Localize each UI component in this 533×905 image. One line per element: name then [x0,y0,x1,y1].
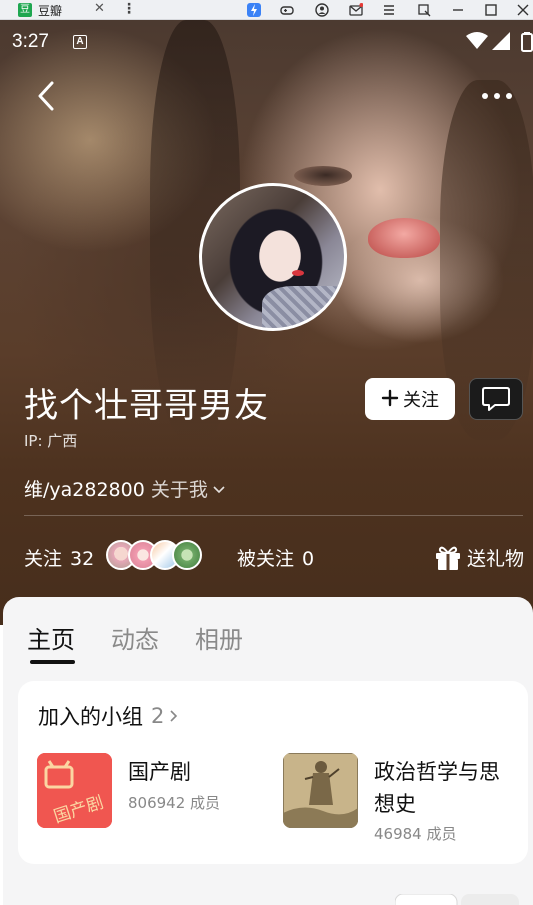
mail-icon[interactable] [348,2,364,18]
tab-activity[interactable]: 动态 [111,620,159,655]
ip-location: IP: 广西 [24,432,78,450]
avatar-photo-detail [292,270,304,276]
following-label: 关注 [24,548,63,570]
group-members: 806942 成员 [128,794,221,812]
wifi-icon [466,32,488,49]
status-time: 3:27 [12,31,49,52]
following-count: 32 [70,548,95,570]
profile-avatar[interactable] [199,183,347,331]
battery-icon [521,32,533,52]
cover-photo-detail [368,218,440,258]
tab-title: 豆瓣 [38,3,63,18]
tab-home[interactable]: 主页 [27,620,75,655]
minimize-icon[interactable] [450,2,466,18]
window-close-icon[interactable] [515,2,531,18]
joined-groups-count: 2 [151,704,165,728]
screenshot-icon[interactable] [416,2,432,18]
followers-stat[interactable]: 被关注 0 [237,544,314,571]
more-dots-icon [482,93,512,99]
follow-button-label: 关注 [403,390,439,411]
followers-count: 0 [302,548,315,570]
joined-groups-card: 加入的小组 2 国产剧 国产剧 806942 成员 政治哲学与思想史 46984… [18,681,528,864]
followers-label: 被关注 [237,548,295,570]
window-menu-icon[interactable]: ⋮ [122,1,136,17]
android-status-bar: 3:27 A [0,20,533,66]
group-name: 政治哲学与思想史 [374,760,500,816]
group-thumbnail [283,753,358,828]
signal-icon [492,32,510,50]
gamepad-icon[interactable] [279,2,295,18]
profile-name: 找个壮哥哥男友 [24,386,269,426]
back-button[interactable] [30,78,66,114]
divider [24,515,523,516]
tab-close-icon[interactable]: ✕ [94,1,105,16]
gift-icon [435,546,460,570]
stats-row: 关注 32 被关注 0 送礼物 [24,540,524,574]
group-item[interactable]: 国产剧 国产剧 806942 成员 [37,753,287,843]
following-avatars[interactable] [106,540,206,572]
chat-bubble-icon [482,387,510,411]
emulator-title-bar: 豆 豆瓣 ✕ ⋮ [0,0,533,20]
more-options-button[interactable] [478,85,520,107]
profile-bio: 维/ya282800 [24,479,145,501]
cover-photo-detail [294,166,352,186]
group-item[interactable]: 政治哲学与思想史 46984 成员 [283,753,523,843]
group-thumbnail: 国产剧 [37,753,112,828]
profile-tabs: 主页 动态 相册 [27,620,279,655]
chevron-left-icon [38,81,54,111]
send-gift-button[interactable]: 送礼物 [433,542,524,572]
plus-icon [381,389,399,409]
follower-avatar [172,540,202,570]
active-tab-indicator [30,660,75,664]
next-section-buttons [395,894,519,905]
profile-bio-row[interactable]: 维/ya282800 关于我 [24,475,226,502]
following-stat[interactable]: 关注 32 [24,544,94,571]
about-me-link[interactable]: 关于我 [151,475,208,502]
group-name: 国产剧 [128,760,191,784]
notification-icon: A [73,35,87,49]
joined-groups-header[interactable]: 加入的小组 2 [38,701,180,731]
user-icon[interactable] [314,2,330,18]
menu-icon[interactable] [381,2,397,18]
avatar-photo-detail [262,286,344,328]
douban-app-icon: 豆 [18,3,32,17]
message-button[interactable] [469,378,523,420]
tab-album[interactable]: 相册 [195,620,243,655]
chevron-down-icon [213,485,225,493]
chevron-right-icon [170,710,178,722]
group-members: 46984 成员 [374,825,457,843]
maximize-icon[interactable] [483,2,499,18]
send-gift-label: 送礼物 [466,547,524,570]
joined-groups-title: 加入的小组 [38,705,143,729]
thunder-icon[interactable] [246,2,262,18]
follow-button[interactable]: 关注 [365,378,455,420]
